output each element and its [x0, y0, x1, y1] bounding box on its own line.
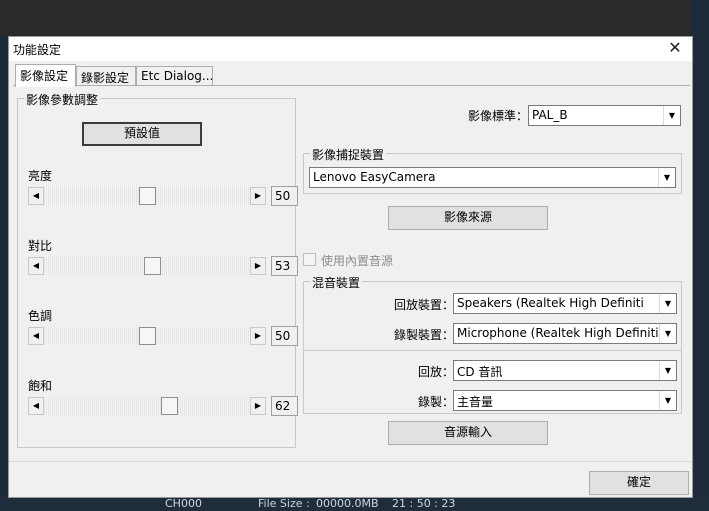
chevron-down-icon[interactable]: ▼: [659, 361, 676, 380]
hue-label: 色調: [28, 309, 53, 323]
saturation-right-arrow-icon[interactable]: ▶: [250, 397, 266, 415]
contrast-label: 對比: [28, 239, 53, 253]
chevron-down-icon[interactable]: ▼: [659, 294, 676, 313]
record-device-label: 錄製裝置：: [394, 328, 455, 342]
saturation-label: 飽和: [28, 379, 53, 393]
record-value: 主音量: [457, 395, 494, 409]
video-source-button[interactable]: 影像來源: [388, 206, 548, 230]
video-standard-value: PAL_B: [532, 108, 568, 122]
capture-device-value: Lenovo EasyCamera: [313, 170, 436, 184]
saturation-track[interactable]: [44, 397, 250, 415]
brightness-label: 亮度: [28, 169, 53, 183]
tab-etc-dialog[interactable]: Etc Dialog...: [136, 66, 213, 86]
mixer-group-label: 混音裝置: [310, 274, 363, 291]
hue-right-arrow-icon[interactable]: ▶: [250, 327, 266, 345]
tab-video-settings[interactable]: 影像設定: [15, 64, 76, 87]
record-device-value: Microphone (Realtek High Definitio: [457, 326, 659, 340]
close-icon[interactable]: ✕: [664, 38, 686, 60]
preset-button[interactable]: 預設值: [82, 122, 202, 146]
bg-channel: CH000: [165, 497, 202, 510]
capture-device-select[interactable]: Lenovo EasyCamera ▼: [309, 167, 676, 188]
saturation-thumb[interactable]: [161, 397, 179, 415]
mixer-divider: [304, 350, 681, 351]
playback-label: 回放：: [418, 365, 455, 379]
contrast-left-arrow-icon[interactable]: ◀: [28, 257, 44, 275]
audio-input-button[interactable]: 音源輸入: [388, 421, 548, 445]
image-params-group-label: 影像參數調整: [24, 91, 101, 108]
mixer-group: 混音裝置 回放裝置： Speakers (Realtek High Defini…: [303, 274, 682, 414]
footer-divider: [9, 461, 692, 462]
desktop-top-area: [0, 0, 709, 36]
hue-thumb[interactable]: [138, 327, 156, 345]
hue-value: 50: [271, 326, 298, 346]
chevron-down-icon[interactable]: ▼: [663, 106, 680, 125]
contrast-slider[interactable]: ◀ ▶ 53: [28, 256, 298, 276]
bg-clock: 21 : 50 : 23: [392, 497, 456, 510]
bg-file-size-value: 00000.0MB: [316, 497, 379, 510]
contrast-thumb[interactable]: [144, 257, 162, 275]
saturation-left-arrow-icon[interactable]: ◀: [28, 397, 44, 415]
playback-device-select[interactable]: Speakers (Realtek High Definiti ▼: [453, 293, 677, 314]
hue-left-arrow-icon[interactable]: ◀: [28, 327, 44, 345]
record-select[interactable]: 主音量 ▼: [453, 390, 677, 411]
desktop-left-area: [0, 36, 8, 496]
playback-select[interactable]: CD 音訊 ▼: [453, 360, 677, 381]
brightness-value: 50: [271, 186, 298, 206]
chevron-down-icon[interactable]: ▼: [658, 168, 675, 187]
capture-device-group: 影像捕捉裝置 Lenovo EasyCamera ▼: [303, 146, 682, 194]
saturation-slider[interactable]: ◀ ▶ 62: [28, 396, 298, 416]
playback-device-label: 回放裝置：: [394, 298, 455, 312]
playback-value: CD 音訊: [457, 365, 503, 379]
chevron-down-icon[interactable]: ▼: [659, 391, 676, 410]
tab-record-settings[interactable]: 錄影設定: [76, 66, 136, 86]
brightness-slider[interactable]: ◀ ▶ 50: [28, 186, 298, 206]
video-standard-label: 影像標準：: [468, 109, 529, 123]
brightness-right-arrow-icon[interactable]: ▶: [250, 187, 266, 205]
hue-slider[interactable]: ◀ ▶ 50: [28, 326, 298, 346]
saturation-value: 62: [271, 396, 298, 416]
chevron-down-icon[interactable]: ▼: [659, 324, 676, 343]
background-status-bar: CH000 File Size : 00000.0MB 21 : 50 : 23: [0, 496, 709, 511]
contrast-right-arrow-icon[interactable]: ▶: [250, 257, 266, 275]
tab-panel: 影像參數調整 預設值 亮度 ◀ ▶ 50 對比 ◀ ▶ 53 色調 ◀ ▶ 50…: [13, 85, 690, 460]
ok-button[interactable]: 確定: [589, 471, 689, 495]
builtin-audio-label: 使用內置音源: [321, 254, 394, 268]
capture-device-group-label: 影像捕捉裝置: [310, 146, 387, 163]
brightness-thumb[interactable]: [138, 187, 156, 205]
dialog-title: 功能設定: [13, 43, 62, 57]
bg-file-size-label: File Size :: [258, 497, 310, 510]
record-device-select[interactable]: Microphone (Realtek High Definitio ▼: [453, 323, 677, 344]
image-params-group: 影像參數調整 預設值 亮度 ◀ ▶ 50 對比 ◀ ▶ 53 色調 ◀ ▶ 50…: [17, 91, 298, 448]
playback-device-value: Speakers (Realtek High Definiti: [457, 296, 644, 310]
title-bar: 功能設定 ✕: [9, 37, 692, 61]
record-label: 錄製：: [418, 395, 455, 409]
contrast-value: 53: [271, 256, 298, 276]
video-standard-select[interactable]: PAL_B ▼: [528, 105, 681, 126]
brightness-left-arrow-icon[interactable]: ◀: [28, 187, 44, 205]
settings-dialog: 功能設定 ✕ 影像設定 錄影設定 Etc Dialog... 影像參數調整 預設…: [8, 36, 693, 498]
builtin-audio-checkbox[interactable]: [303, 253, 316, 266]
